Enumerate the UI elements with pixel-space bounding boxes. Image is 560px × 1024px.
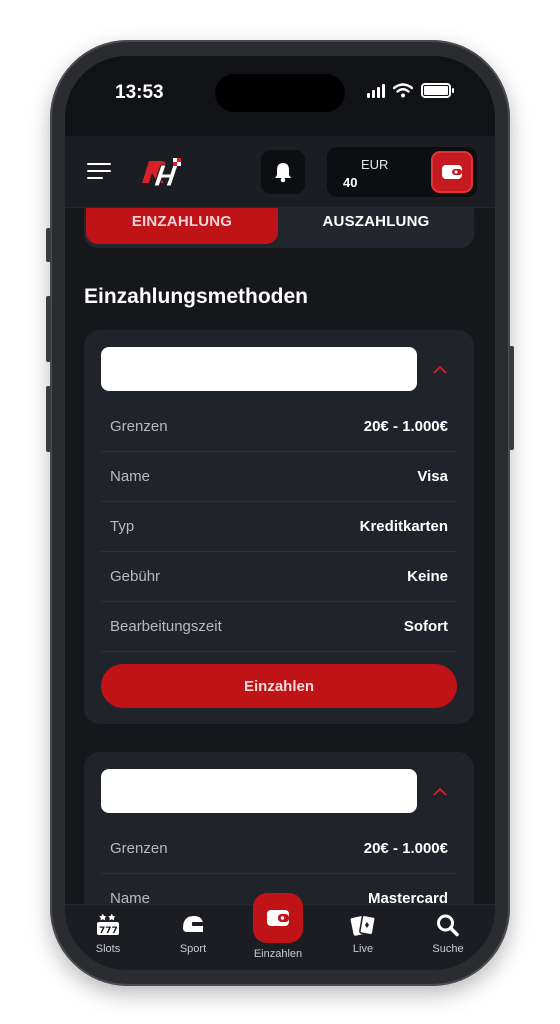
- battery-icon: [421, 83, 454, 98]
- detail-label: Grenzen: [110, 418, 168, 435]
- status-time: 13:53: [115, 82, 164, 103]
- tab-deposit[interactable]: EINZAHLUNG: [86, 208, 278, 244]
- svg-text:777: 777: [99, 926, 118, 936]
- tab-withdraw[interactable]: AUSZAHLUNG: [280, 208, 472, 244]
- detail-row: Typ Kreditkarten: [101, 502, 457, 552]
- main-content: EINZAHLUNG AUSZAHLUNG Einzahlungsmethode…: [65, 208, 495, 910]
- nav-item-slots[interactable]: 777 Slots: [73, 913, 143, 955]
- nav-label: Slots: [95, 943, 121, 955]
- detail-value: 20€ - 1.000€: [363, 840, 448, 857]
- sport-helmet-icon: [183, 916, 203, 932]
- wifi-icon: [393, 83, 413, 98]
- brand-logo[interactable]: [137, 152, 185, 192]
- detail-value: Keine: [407, 568, 448, 585]
- detail-label: Bearbeitungszeit: [110, 618, 222, 635]
- detail-row: Grenzen 20€ - 1.000€: [101, 402, 457, 452]
- payment-logo-placeholder: [101, 769, 417, 813]
- balance-amount: 40: [343, 175, 358, 190]
- phone-volume-up: [46, 296, 51, 362]
- payment-logo-placeholder: [101, 347, 417, 391]
- detail-label: Gebühr: [110, 568, 161, 585]
- chevron-up-icon[interactable]: [432, 362, 448, 378]
- detail-value: Kreditkarten: [359, 518, 448, 535]
- balance-currency: EUR: [361, 157, 389, 172]
- phone-screen: 13:53 EUR 40 EINZAHLUNG AUSZAHLUNG Einza…: [65, 56, 495, 970]
- notifications-button[interactable]: [261, 150, 305, 194]
- app-header: EUR 40: [65, 136, 495, 208]
- phone-side-button: [46, 228, 51, 262]
- detail-value: 20€ - 1.000€: [363, 418, 448, 435]
- search-icon: [437, 914, 459, 937]
- nav-item-sport[interactable]: Sport: [158, 913, 228, 955]
- slots-icon: 777: [97, 913, 119, 936]
- page-title: Einzahlungsmethoden: [84, 285, 309, 308]
- chevron-up-icon[interactable]: [432, 784, 448, 800]
- detail-label: Typ: [110, 518, 135, 535]
- nav-item-search[interactable]: Suche: [413, 913, 483, 955]
- deposit-withdraw-tabs: EINZAHLUNG AUSZAHLUNG: [84, 208, 474, 248]
- wallet-button[interactable]: [431, 151, 473, 193]
- cards-icon: [350, 914, 376, 936]
- balance-display[interactable]: EUR 40: [327, 147, 477, 197]
- detail-label: Grenzen: [110, 840, 168, 857]
- dynamic-island: [215, 74, 345, 112]
- detail-row: Name Visa: [101, 452, 457, 502]
- nav-label: Live: [352, 943, 374, 955]
- deposit-button[interactable]: Einzahlen: [101, 664, 457, 708]
- phone-power-button: [509, 346, 514, 450]
- bottom-navigation: 777 Slots Sport Einzahlen Live Suche: [65, 893, 495, 970]
- nav-label: Suche: [432, 943, 464, 955]
- payment-method-card-mastercard: Grenzen 20€ - 1.000€ Name Mastercard: [84, 752, 474, 910]
- nav-item-deposit[interactable]: [253, 893, 303, 943]
- payment-method-card-visa: Grenzen 20€ - 1.000€ Name Visa Typ Kredi…: [84, 330, 474, 724]
- detail-value: Visa: [417, 468, 448, 485]
- detail-row: Bearbeitungszeit Sofort: [101, 602, 457, 652]
- status-bar: 13:53: [65, 56, 495, 136]
- bell-icon: [275, 163, 291, 183]
- system-icons: [367, 83, 454, 98]
- detail-row: Grenzen 20€ - 1.000€: [101, 824, 457, 874]
- nav-label: Einzahlen: [253, 948, 303, 960]
- phone-volume-down: [46, 386, 51, 452]
- detail-label: Name: [110, 468, 151, 485]
- nav-item-live[interactable]: Live: [328, 913, 398, 955]
- wallet-icon: [267, 910, 289, 926]
- nav-label: Sport: [179, 943, 207, 955]
- signal-icon: [367, 83, 385, 98]
- detail-value: Sofort: [403, 618, 448, 635]
- menu-icon[interactable]: [87, 163, 111, 181]
- detail-row: Gebühr Keine: [101, 552, 457, 602]
- wallet-icon: [442, 165, 462, 179]
